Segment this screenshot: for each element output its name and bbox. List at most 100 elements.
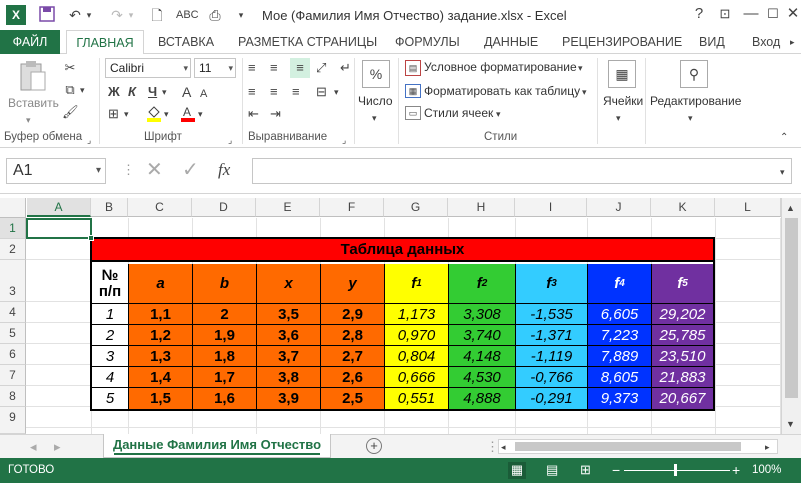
cell-f1[interactable]: 0,666 bbox=[385, 367, 449, 388]
zoom-out-button[interactable]: − bbox=[612, 462, 620, 478]
number-dropdown-icon[interactable]: ▾ bbox=[372, 110, 377, 126]
binoculars-icon[interactable]: ⚲ bbox=[680, 60, 708, 88]
tab-page-layout[interactable]: РАЗМЕТКА СТРАНИЦЫ bbox=[238, 30, 377, 54]
column-header[interactable]: G bbox=[384, 198, 448, 217]
cell-f4[interactable]: 9,373 bbox=[588, 388, 652, 409]
close-icon[interactable]: ✕ bbox=[782, 4, 801, 24]
clipboard-launcher-icon[interactable]: ⌟ bbox=[87, 132, 91, 148]
row-header[interactable]: 8 bbox=[0, 386, 26, 407]
column-header[interactable]: E bbox=[256, 198, 320, 217]
page-break-view-icon[interactable]: ⊞ bbox=[580, 462, 591, 478]
row-header[interactable]: 5 bbox=[0, 323, 26, 344]
cell-x[interactable]: 3,6 bbox=[257, 325, 321, 346]
cell-x[interactable]: 3,8 bbox=[257, 367, 321, 388]
cell-f4[interactable]: 8,605 bbox=[588, 367, 652, 388]
font-launcher-icon[interactable]: ⌟ bbox=[228, 132, 232, 148]
customize-quick-access-icon[interactable]: ▾ bbox=[232, 6, 250, 24]
cell-f4[interactable]: 7,223 bbox=[588, 325, 652, 346]
scroll-left-icon[interactable]: ◂ bbox=[501, 439, 506, 455]
cell-x[interactable]: 3,7 bbox=[257, 346, 321, 367]
merge-center-icon[interactable]: ⊟ bbox=[316, 84, 327, 100]
select-all-corner[interactable] bbox=[0, 198, 26, 218]
conditional-format-icon[interactable]: ▤ bbox=[405, 60, 421, 76]
print-preview-icon[interactable]: 🗋 bbox=[148, 6, 166, 24]
header-x[interactable]: x bbox=[257, 264, 321, 304]
cell-y[interactable]: 2,5 bbox=[321, 388, 385, 409]
cell-x[interactable]: 3,5 bbox=[257, 304, 321, 325]
underline-dropdown-icon[interactable]: ▾ bbox=[162, 84, 167, 100]
vertical-scroll-thumb[interactable] bbox=[785, 218, 798, 398]
format-as-table-button[interactable]: Форматировать как таблицу bbox=[424, 84, 580, 98]
scroll-down-icon[interactable]: ▼ bbox=[786, 416, 795, 432]
header-f5[interactable]: f5 bbox=[652, 264, 713, 304]
column-header[interactable]: B bbox=[91, 198, 128, 217]
column-header[interactable]: K bbox=[651, 198, 715, 217]
column-header[interactable]: F bbox=[320, 198, 384, 217]
row-header[interactable]: 7 bbox=[0, 365, 26, 386]
decrease-indent-icon[interactable]: ⇤ bbox=[248, 106, 259, 122]
column-header[interactable]: H bbox=[448, 198, 515, 217]
percent-icon[interactable]: % bbox=[362, 60, 390, 88]
editing-button[interactable]: Редактирование bbox=[650, 94, 741, 108]
cell-y[interactable]: 2,7 bbox=[321, 346, 385, 367]
cell-f5[interactable]: 25,785 bbox=[652, 325, 713, 346]
header-b[interactable]: b bbox=[193, 264, 257, 304]
horizontal-scrollbar[interactable]: ◂ ▸ bbox=[498, 439, 778, 454]
normal-view-icon[interactable]: ▦ bbox=[508, 462, 526, 479]
wrap-text-icon[interactable]: ↵ bbox=[340, 60, 351, 76]
formula-bar-drag-icon[interactable]: ⋮ bbox=[122, 162, 135, 178]
underline-button[interactable]: Ч bbox=[148, 84, 157, 100]
scroll-right-icon[interactable]: ▸ bbox=[765, 439, 770, 455]
row-header[interactable]: 2 bbox=[0, 239, 26, 260]
format-as-table-icon[interactable]: ▦ bbox=[405, 84, 421, 98]
cell-f5[interactable]: 21,883 bbox=[652, 367, 713, 388]
cell-a[interactable]: 1,3 bbox=[129, 346, 193, 367]
column-header[interactable]: C bbox=[128, 198, 192, 217]
page-layout-view-icon[interactable]: ▤ bbox=[546, 462, 558, 478]
increase-indent-icon[interactable]: ⇥ bbox=[270, 106, 281, 122]
vertical-scrollbar[interactable]: ▲ ▼ bbox=[781, 198, 801, 434]
cell-f3[interactable]: -0,291 bbox=[516, 388, 588, 409]
header-f3[interactable]: f3 bbox=[516, 264, 588, 304]
sheet-prev-icon[interactable]: ◂ bbox=[30, 439, 37, 455]
header-a[interactable]: a bbox=[129, 264, 193, 304]
cells-button[interactable]: Ячейки bbox=[603, 94, 643, 108]
alignment-launcher-icon[interactable]: ⌟ bbox=[342, 132, 346, 148]
font-size-select[interactable]: 11 ▾ bbox=[194, 58, 236, 78]
number-format-button[interactable]: Число bbox=[358, 94, 393, 108]
fill-handle[interactable] bbox=[88, 235, 94, 241]
editing-dropdown-icon[interactable]: ▾ bbox=[688, 110, 693, 126]
cell-a[interactable]: 1,1 bbox=[129, 304, 193, 325]
row-header[interactable]: 9 bbox=[0, 407, 26, 434]
orientation-icon[interactable]: ⤢ bbox=[316, 60, 326, 76]
fill-color-icon[interactable] bbox=[146, 104, 162, 126]
cell-styles-button[interactable]: Стили ячеек bbox=[424, 106, 493, 120]
tab-home[interactable]: ГЛАВНАЯ bbox=[66, 30, 144, 55]
cell-num[interactable]: 3 bbox=[92, 346, 129, 367]
minimize-icon[interactable]: — bbox=[740, 4, 762, 24]
chevron-down-icon[interactable]: ▾ bbox=[582, 84, 587, 100]
fill-color-dropdown-icon[interactable]: ▾ bbox=[164, 106, 169, 122]
header-num[interactable]: № п/п bbox=[92, 264, 129, 304]
zoom-slider-thumb[interactable] bbox=[674, 464, 677, 476]
column-header[interactable]: D bbox=[192, 198, 256, 217]
cell-f2[interactable]: 3,740 bbox=[449, 325, 516, 346]
cell-b[interactable]: 1,7 bbox=[193, 367, 257, 388]
cut-icon[interactable]: ✂ bbox=[62, 60, 78, 76]
cell-num[interactable]: 5 bbox=[92, 388, 129, 409]
tab-insert[interactable]: ВСТАВКА bbox=[158, 30, 214, 54]
cell-f1[interactable]: 0,970 bbox=[385, 325, 449, 346]
cell-a[interactable]: 1,4 bbox=[129, 367, 193, 388]
sheet-next-icon[interactable]: ▸ bbox=[54, 439, 61, 455]
cell-f5[interactable]: 23,510 bbox=[652, 346, 713, 367]
cell-num[interactable]: 2 bbox=[92, 325, 129, 346]
chevron-down-icon[interactable]: ▾ bbox=[496, 106, 501, 122]
paste-icon[interactable] bbox=[18, 60, 48, 92]
cell-f2[interactable]: 4,888 bbox=[449, 388, 516, 409]
header-y[interactable]: y bbox=[321, 264, 385, 304]
cell-x[interactable]: 3,9 bbox=[257, 388, 321, 409]
cells-dropdown-icon[interactable]: ▾ bbox=[616, 110, 621, 126]
redo-dropdown-icon[interactable]: ▾ bbox=[126, 6, 136, 24]
selected-cell-a1[interactable] bbox=[26, 218, 94, 241]
tab-formulas[interactable]: ФОРМУЛЫ bbox=[395, 30, 460, 54]
